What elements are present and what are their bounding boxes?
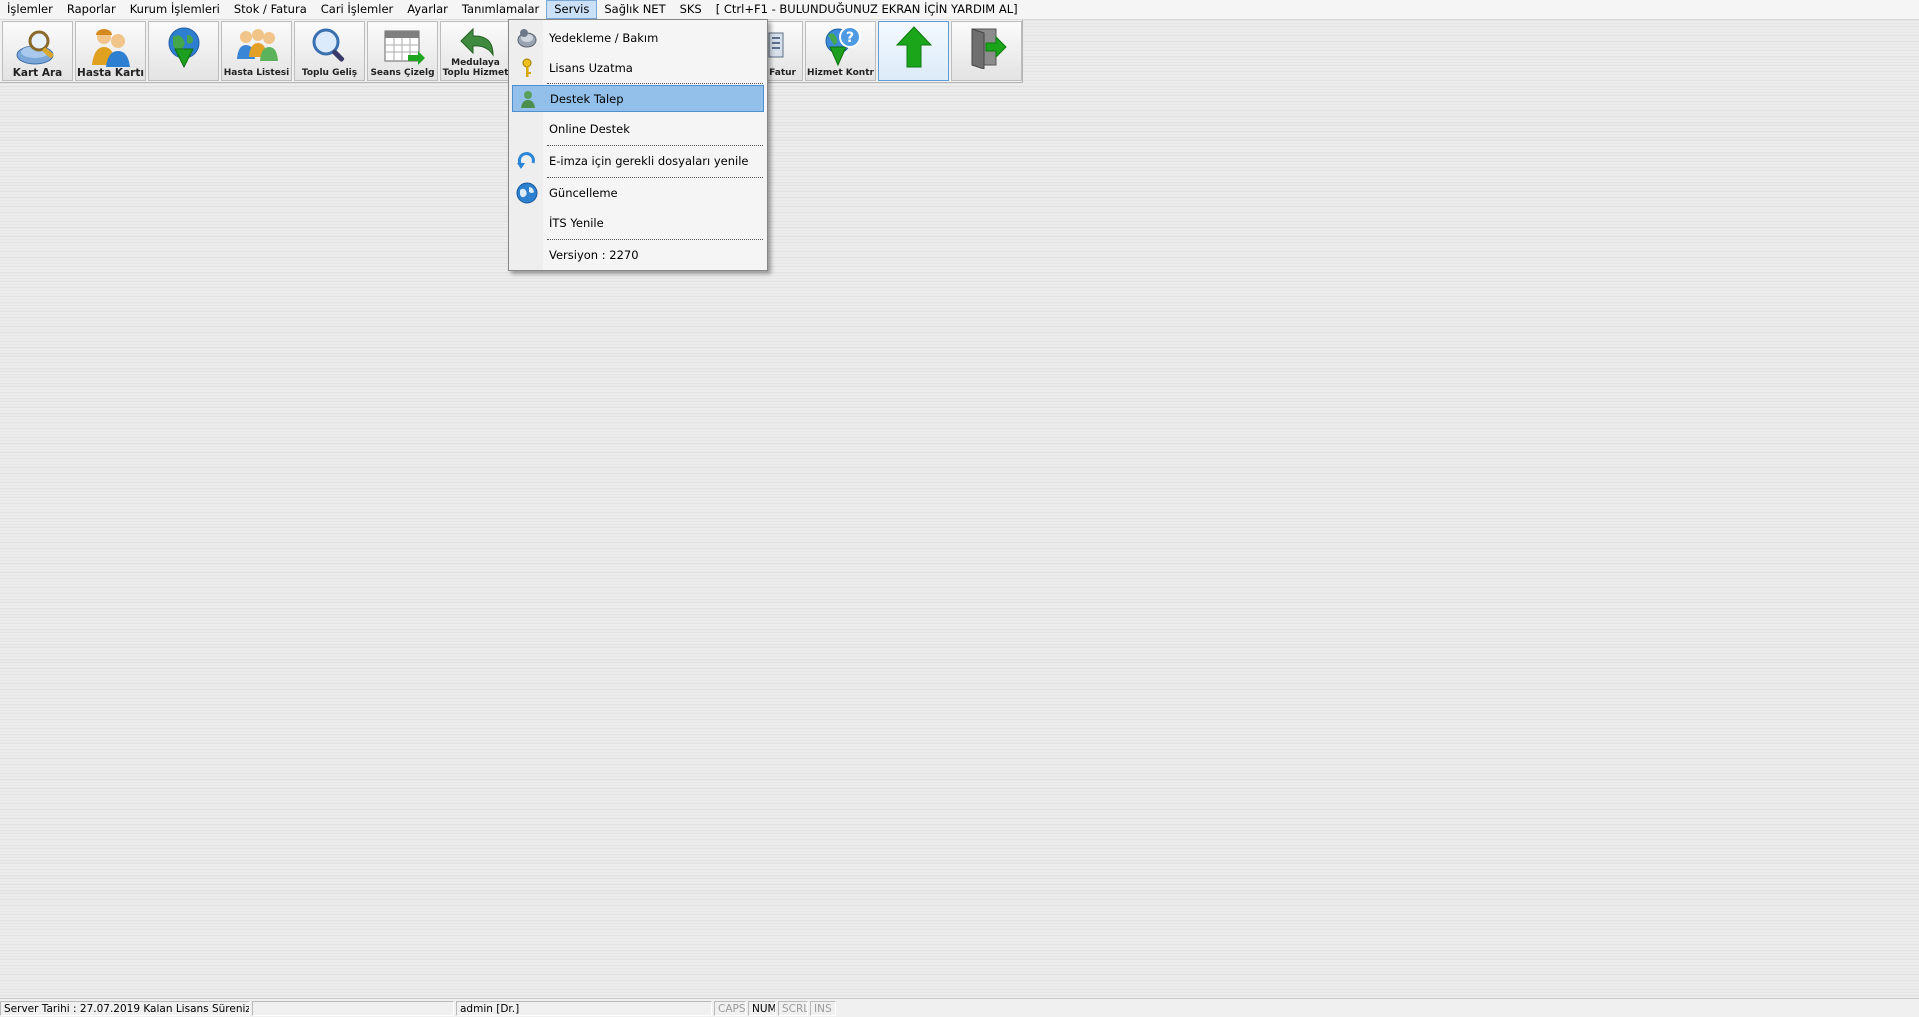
key-icon — [512, 54, 542, 81]
menu-stok-fatura[interactable]: Stok / Fatura — [227, 0, 314, 19]
menu-item-guncelleme[interactable]: Güncelleme — [512, 179, 764, 206]
menu-item-label: Yedekleme / Bakım — [549, 30, 659, 45]
exit-button[interactable] — [951, 21, 1022, 81]
hasta-karti-label: Hasta Kartı — [77, 67, 144, 79]
seans-cizelg-label: Seans Çizelg — [370, 68, 435, 78]
menu-item-label: Versiyon : 2270 — [549, 247, 639, 262]
menu-separator — [547, 177, 763, 178]
help-download-icon: ? — [825, 26, 861, 67]
patients-icon — [91, 29, 130, 67]
globe-download-icon — [168, 27, 199, 69]
status-bar: Server Tarihi : 27.07.2019 Kalan Lisans … — [0, 998, 1919, 1017]
person-icon — [513, 85, 543, 112]
medulaya-label-line2: Toplu Hizmet — [442, 68, 509, 78]
menu-sks[interactable]: SKS — [673, 0, 709, 19]
menu-item-destek-talep[interactable]: Destek Talep — [512, 85, 764, 112]
hasta-listesi-button[interactable]: Hasta Listesi — [221, 21, 292, 81]
medulaya-label-line1: Medulaya — [451, 58, 500, 68]
menu-tanimlamalar[interactable]: Tanımlamalar — [455, 0, 546, 19]
toplu-gelis-label: Toplu Geliş — [301, 68, 358, 78]
hasta-listesi-label: Hasta Listesi — [223, 68, 290, 78]
svg-text:?: ? — [845, 30, 853, 46]
menu-bar: İşlemler Raporlar Kurum İşlemleri Stok /… — [0, 0, 1919, 20]
menu-servis[interactable]: Servis — [546, 0, 598, 19]
menu-item-its-yenile[interactable]: İTS Yenile — [512, 209, 764, 236]
scrl-indicator: SCRL — [778, 1000, 808, 1016]
menu-cari-islemler[interactable]: Cari İşlemler — [314, 0, 401, 19]
kart-ara-button[interactable]: Kart Ara — [2, 21, 73, 81]
card-search-icon — [16, 30, 53, 65]
menu-separator — [547, 145, 763, 146]
up-arrow-icon — [895, 26, 932, 68]
menu-ayarlar[interactable]: Ayarlar — [400, 0, 455, 19]
backup-disk-icon — [512, 24, 542, 51]
medulaya-toplu-hizmet-button[interactable]: Medulaya Toplu Hizmet — [440, 21, 511, 81]
kart-ara-label: Kart Ara — [12, 67, 63, 79]
menu-item-label: Destek Talep — [550, 91, 624, 106]
globe-download-button[interactable] — [148, 21, 219, 81]
menu-item-yedekleme-bakim[interactable]: Yedekleme / Bakım — [512, 24, 764, 51]
hizmet-kontr-button[interactable]: ? Hizmet Kontr — [805, 21, 876, 81]
seans-cizelg-button[interactable]: Seans Çizelg — [367, 21, 438, 81]
num-indicator: NUM — [748, 1000, 776, 1016]
menu-item-label: İTS Yenile — [549, 215, 604, 230]
menu-raporlar[interactable]: Raporlar — [60, 0, 123, 19]
menu-item-lisans-uzatma[interactable]: Lisans Uzatma — [512, 54, 764, 81]
exit-door-icon — [971, 28, 1007, 69]
calendar-icon — [384, 30, 425, 65]
menu-islemler[interactable]: İşlemler — [0, 0, 60, 19]
servis-dropdown-menu: Yedekleme / Bakım Lisans Uzatma Destek T… — [508, 19, 768, 271]
user-panel: admin [Dr.] — [456, 1000, 712, 1016]
menu-item-label: Online Destek — [549, 121, 630, 136]
upload-button[interactable] — [878, 21, 949, 81]
menu-saglik-net[interactable]: Sağlık NET — [597, 0, 672, 19]
hizmet-kontr-label: Hizmet Kontr — [807, 68, 874, 78]
menu-kurum-islemleri[interactable]: Kurum İşlemleri — [123, 0, 227, 19]
patient-list-icon — [236, 29, 278, 61]
menu-help-hint[interactable]: [ Ctrl+F1 - BULUNDUĞUNUZ EKRAN İÇİN YARD… — [709, 0, 1025, 19]
server-date-panel: Server Tarihi : 27.07.2019 Kalan Lisans … — [0, 1000, 250, 1016]
toplu-gelis-button[interactable]: Toplu Geliş — [294, 21, 365, 81]
menu-item-label: E-imza için gerekli dosyaları yenile — [549, 153, 749, 168]
globe-icon — [512, 179, 542, 206]
menu-item-label: Güncelleme — [549, 185, 618, 200]
menu-item-versiyon[interactable]: Versiyon : 2270 — [512, 241, 764, 268]
menu-separator — [547, 83, 763, 84]
caps-indicator: CAPS — [714, 1000, 746, 1016]
menu-separator — [547, 239, 763, 240]
ins-indicator: INS — [810, 1000, 836, 1016]
menu-item-label: Lisans Uzatma — [549, 60, 633, 75]
menu-item-eimza-yenile[interactable]: E-imza için gerekli dosyaları yenile — [512, 147, 764, 174]
magnifier-icon — [312, 28, 344, 62]
empty-status-panel — [252, 1000, 454, 1016]
refresh-icon — [512, 147, 542, 174]
menu-item-online-destek[interactable]: Online Destek — [512, 115, 764, 142]
hasta-karti-button[interactable]: Hasta Kartı — [75, 21, 146, 81]
